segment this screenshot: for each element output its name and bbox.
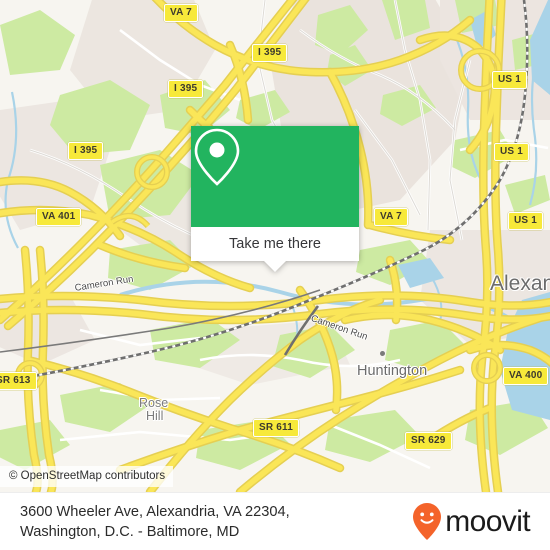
shield-va-7-east[interactable]: VA 7 [374, 208, 408, 226]
shield-us-1-mid[interactable]: US 1 [494, 143, 530, 161]
address-block: 3600 Wheeler Ave, Alexandria, VA 22304, … [0, 502, 290, 542]
place-label-rose-hill-line2: Hill [146, 409, 164, 423]
map-attribution[interactable]: © OpenStreetMap contributors [0, 466, 174, 487]
place-label-alexandria: Alexan [490, 272, 550, 295]
shield-sr-629[interactable]: SR 629 [405, 432, 452, 450]
shield-va-401[interactable]: VA 401 [36, 208, 82, 226]
popup-card-body [191, 126, 359, 227]
shield-i-395-north[interactable]: I 395 [252, 44, 288, 62]
footer-bar: 3600 Wheeler Ave, Alexandria, VA 22304, … [0, 492, 550, 550]
shield-va-400[interactable]: VA 400 [503, 367, 549, 385]
shield-sr-613[interactable]: SR 613 [0, 372, 37, 390]
location-popup-card[interactable]: Take me there [191, 126, 359, 272]
place-dot-huntington [380, 351, 385, 356]
shield-i-395-west[interactable]: I 395 [68, 142, 104, 160]
moovit-pin-smiley-icon [413, 502, 442, 540]
shield-i-395-mid[interactable]: I 395 [168, 80, 204, 98]
address-line-2: Washington, D.C. - Baltimore, MD [20, 523, 240, 540]
shield-us-1-north[interactable]: US 1 [492, 71, 528, 89]
map-screenshot: VA 7 I 395 US 1 I 395 I 395 US 1 VA 7 VA… [0, 0, 550, 550]
address-line-1: 3600 Wheeler Ave, Alexandria, VA 22304, [20, 503, 290, 520]
place-label-huntington: Huntington [357, 363, 428, 379]
take-me-there-label: Take me there [229, 236, 321, 252]
map-pin-icon [194, 128, 240, 186]
place-label-rose-hill-line1: Rose [139, 396, 169, 410]
take-me-there-button[interactable]: Take me there [191, 227, 359, 261]
map-canvas[interactable]: VA 7 I 395 US 1 I 395 I 395 US 1 VA 7 VA… [0, 0, 550, 492]
shield-sr-611[interactable]: SR 611 [253, 419, 300, 437]
moovit-wordmark: moovit [445, 504, 530, 538]
popup-card-tail [264, 261, 286, 272]
shield-us-1-south[interactable]: US 1 [508, 212, 544, 230]
moovit-brand[interactable]: moovit [412, 502, 550, 542]
shield-va-7-north[interactable]: VA 7 [164, 4, 198, 22]
